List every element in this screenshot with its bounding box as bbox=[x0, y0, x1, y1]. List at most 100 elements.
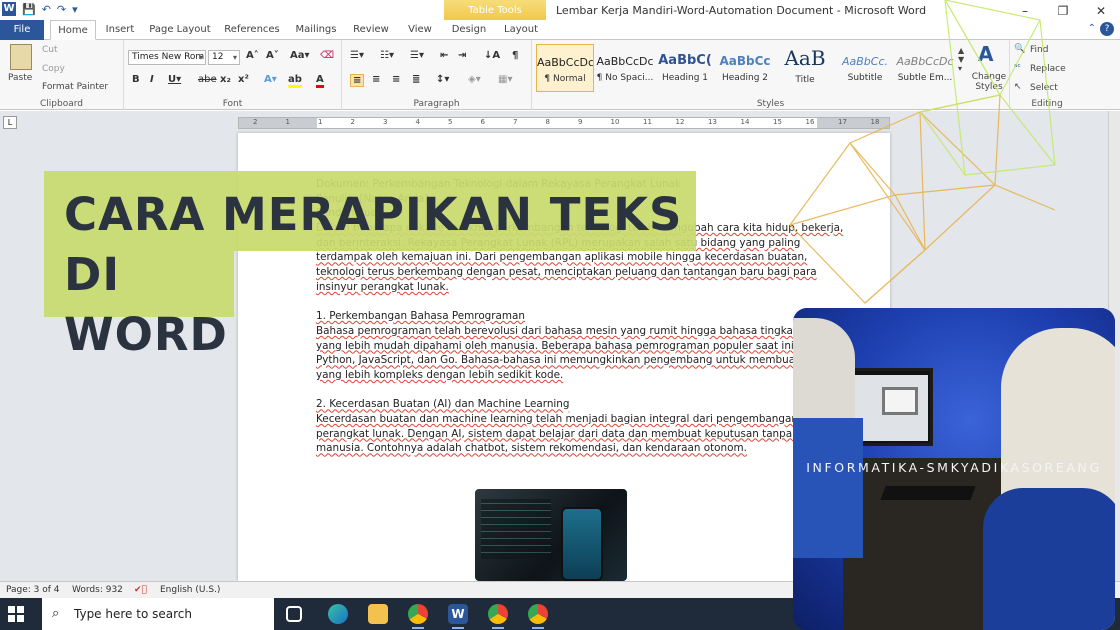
cut-button[interactable]: Cut bbox=[42, 45, 58, 55]
paste-button[interactable]: Paste bbox=[8, 73, 32, 83]
chrome-profile-2-icon[interactable] bbox=[528, 604, 548, 629]
sort-icon[interactable]: ↓A bbox=[484, 50, 500, 61]
tab-layout[interactable]: Layout bbox=[500, 20, 542, 40]
font-size-combo[interactable]: 12 bbox=[208, 50, 240, 65]
copy-button[interactable]: Copy bbox=[42, 64, 65, 74]
italic-icon[interactable]: I bbox=[150, 74, 154, 85]
undo-icon[interactable]: ↶ bbox=[42, 3, 51, 16]
help-icon[interactable]: ? bbox=[1100, 22, 1114, 36]
bold-icon[interactable]: B bbox=[132, 74, 140, 85]
word-taskbar-icon[interactable]: W bbox=[448, 604, 468, 629]
redo-icon[interactable]: ↷ bbox=[57, 3, 66, 16]
change-styles-icon[interactable]: A bbox=[978, 42, 993, 66]
change-case-icon[interactable]: Aa▾ bbox=[290, 50, 310, 61]
close-button[interactable]: ✕ bbox=[1082, 0, 1120, 20]
edge-icon[interactable] bbox=[328, 604, 348, 624]
title-bar: W 💾 ↶ ↷ ▾ Table Tools Lembar Kerja Mandi… bbox=[0, 0, 1120, 20]
style-heading-2[interactable]: AaBbCc Heading 2 bbox=[716, 44, 774, 92]
tab-mailings[interactable]: Mailings bbox=[290, 20, 342, 40]
document-line[interactable]: yang lebih kompleks dengan lebih sedikit… bbox=[316, 368, 816, 383]
tab-page-layout[interactable]: Page Layout bbox=[148, 20, 212, 40]
superscript-icon[interactable]: x² bbox=[238, 74, 249, 85]
increase-indent-icon[interactable]: ⇥ bbox=[458, 50, 466, 61]
justify-icon[interactable]: ≣ bbox=[412, 74, 420, 85]
borders-icon[interactable]: ▦▾ bbox=[498, 74, 512, 85]
strikethrough-icon[interactable]: abe bbox=[198, 74, 217, 85]
font-name-combo[interactable]: Times New Rom bbox=[128, 50, 206, 65]
proofing-icon[interactable]: ✔⃠ bbox=[134, 585, 147, 595]
document-line[interactable]: manusia. Contohnya adalah chatbot, siste… bbox=[316, 441, 816, 456]
style-no-spacing[interactable]: AaBbCcDc ¶ No Spaci... bbox=[596, 44, 654, 92]
style-subtitle[interactable]: AaBbCc. Subtitle bbox=[836, 44, 894, 92]
minimize-button[interactable]: – bbox=[1006, 0, 1044, 20]
tab-design[interactable]: Design bbox=[448, 20, 490, 40]
tab-home[interactable]: Home bbox=[50, 20, 96, 40]
restore-button[interactable]: ❐ bbox=[1044, 0, 1082, 20]
find-button[interactable]: Find bbox=[1030, 45, 1048, 55]
text-effects-icon[interactable]: A▾ bbox=[264, 74, 277, 85]
underline-icon[interactable]: U▾ bbox=[168, 74, 181, 85]
document-line[interactable] bbox=[316, 383, 816, 398]
customize-qat-icon[interactable]: ▾ bbox=[72, 3, 78, 16]
ribbon-tabs: File Home Insert Page Layout References … bbox=[0, 20, 1120, 40]
multilevel-list-icon[interactable]: ☰▾ bbox=[410, 50, 424, 61]
font-color-icon[interactable]: A bbox=[316, 74, 324, 88]
change-styles-button[interactable]: Change Styles bbox=[968, 72, 1010, 92]
window-title: Lembar Kerja Mandiri-Word-Automation Doc… bbox=[556, 4, 927, 17]
select-button[interactable]: Select bbox=[1030, 83, 1058, 93]
decrease-indent-icon[interactable]: ⇤ bbox=[440, 50, 448, 61]
tab-references[interactable]: References bbox=[222, 20, 282, 40]
language-indicator[interactable]: English (U.S.) bbox=[160, 585, 220, 595]
style-normal[interactable]: AaBbCcDc ¶ Normal bbox=[536, 44, 594, 92]
font-group: Times New Rom 12 A˄ A˅ Aa▾ ⌫ B I U▾ abe … bbox=[124, 40, 342, 110]
tab-review[interactable]: Review bbox=[350, 20, 392, 40]
headline-line-1: CARA MERAPIKAN TEKS DI bbox=[64, 188, 683, 301]
grow-font-icon[interactable]: A˄ bbox=[246, 50, 259, 61]
document-line[interactable]: Kecerdasan buatan dan machine learning t… bbox=[316, 412, 816, 427]
tab-insert[interactable]: Insert bbox=[100, 20, 140, 40]
ribbon-minimize-icon[interactable]: ⌃ bbox=[1088, 23, 1096, 34]
style-heading-1[interactable]: AaBbC( Heading 1 bbox=[656, 44, 714, 92]
task-view-icon[interactable] bbox=[286, 606, 302, 622]
tab-selector-button[interactable]: L bbox=[3, 116, 17, 129]
show-marks-icon[interactable]: ¶ bbox=[512, 50, 518, 61]
clear-formatting-icon[interactable]: ⌫ bbox=[320, 50, 334, 61]
headline-line-2: WORD bbox=[64, 308, 228, 361]
chrome-profile-icon[interactable] bbox=[488, 604, 508, 629]
save-icon[interactable]: 💾 bbox=[22, 3, 36, 16]
document-line[interactable]: perangkat lunak. Dengan AI, sistem dapat… bbox=[316, 427, 847, 442]
tab-view[interactable]: View bbox=[402, 20, 438, 40]
windows-start-icon[interactable] bbox=[8, 606, 24, 622]
word-count[interactable]: Words: 932 bbox=[72, 585, 123, 595]
ruler-number: 5 bbox=[448, 118, 453, 126]
line-spacing-icon[interactable]: ↕▾ bbox=[436, 74, 449, 85]
style-subtle-emphasis[interactable]: AaBbCcDc Subtle Em... bbox=[896, 44, 954, 92]
file-explorer-icon[interactable] bbox=[368, 604, 388, 624]
editing-label: Editing bbox=[1031, 99, 1063, 109]
numbering-icon[interactable]: ☷▾ bbox=[380, 50, 394, 61]
style-preview: AaBbCc. bbox=[841, 55, 889, 68]
replace-button[interactable]: Replace bbox=[1030, 64, 1066, 74]
paste-icon[interactable] bbox=[10, 44, 32, 70]
bullets-icon[interactable]: ☰▾ bbox=[350, 50, 364, 61]
horizontal-ruler[interactable]: 2 1 1 2 3 4 5 6 7 8 9 10 11 12 13 14 15 16 17 18 bbox=[238, 117, 890, 129]
page-count[interactable]: Page: 3 of 4 bbox=[6, 585, 60, 595]
shrink-font-icon[interactable]: A˅ bbox=[266, 50, 279, 61]
tab-file[interactable]: File bbox=[0, 20, 44, 40]
align-center-icon[interactable]: ≡ bbox=[372, 74, 380, 85]
taskbar-search[interactable]: ⌕ Type here to search bbox=[42, 598, 274, 630]
align-left-icon[interactable]: ≡ bbox=[350, 74, 365, 87]
gallery-scroll-icon[interactable]: ▲ ▼ ▾ bbox=[958, 46, 964, 73]
chrome-icon[interactable] bbox=[408, 604, 428, 629]
document-line[interactable]: 2. Kecerdasan Buatan (AI) dan Machine Le… bbox=[316, 397, 816, 412]
ruler-number: 18 bbox=[870, 118, 880, 126]
document-image[interactable] bbox=[475, 489, 627, 581]
align-right-icon[interactable]: ≡ bbox=[392, 74, 400, 85]
word-logo-icon[interactable]: W bbox=[2, 2, 16, 16]
style-title[interactable]: AaB Title bbox=[776, 44, 834, 92]
format-painter-button[interactable]: Format Painter bbox=[42, 82, 108, 92]
shading-icon[interactable]: ◈▾ bbox=[468, 74, 481, 85]
subscript-icon[interactable]: x₂ bbox=[220, 74, 231, 85]
photo-student-left-uniform bbox=[793, 418, 863, 558]
highlight-icon[interactable]: ab bbox=[288, 74, 302, 88]
